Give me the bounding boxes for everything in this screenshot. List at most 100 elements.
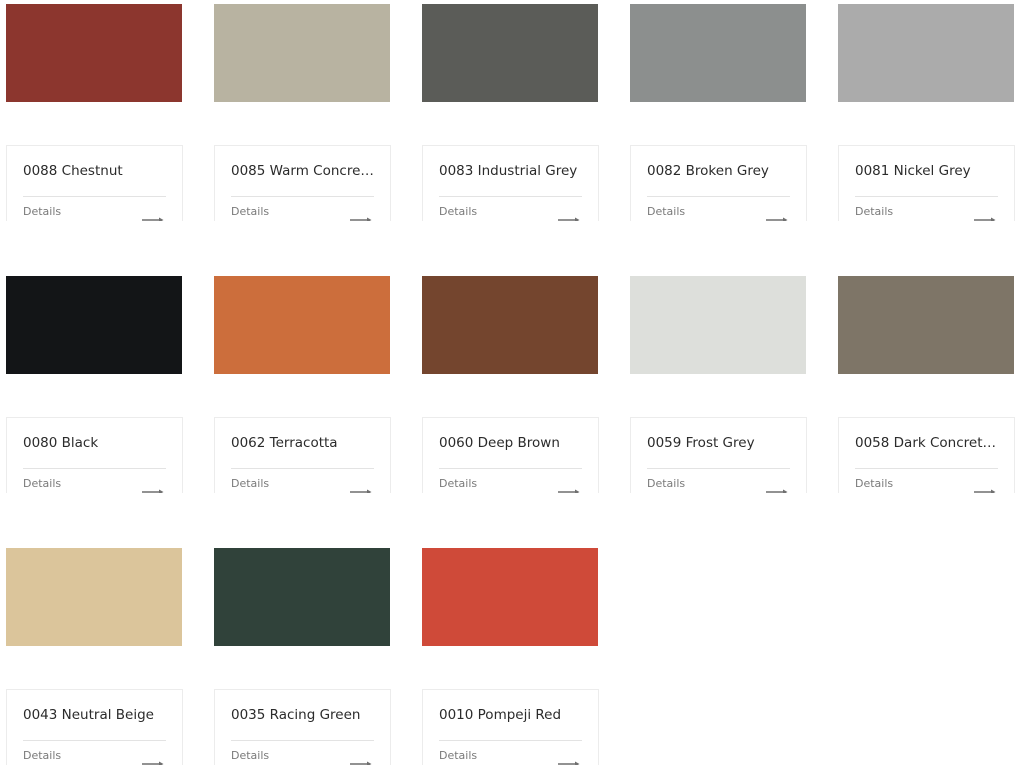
details-link[interactable]: Details [23,749,166,765]
details-link[interactable]: Details [231,749,374,765]
long-right-arrow-icon [558,209,580,221]
color-card: 0058 Dark Concrete Grey Details [838,276,1015,493]
details-label: Details [439,749,478,762]
color-info-panel: 0082 Broken Grey Details [630,145,807,221]
divider [647,468,790,469]
details-link[interactable]: Details [439,205,582,221]
divider [23,468,166,469]
long-right-arrow-icon [974,481,996,493]
color-name-link[interactable]: 0080 Black [23,435,167,451]
color-card: 0085 Warm Concrete Grey Details [214,4,391,221]
details-label: Details [23,205,62,218]
color-info-panel: 0081 Nickel Grey Details [838,145,1015,221]
color-card: 0043 Neutral Beige Details [6,548,183,765]
divider [855,468,998,469]
details-link[interactable]: Details [855,477,998,493]
details-link[interactable]: Details [647,205,790,221]
color-card: 0060 Deep Brown Details [422,276,599,493]
divider [647,196,790,197]
color-info-panel: 0059 Frost Grey Details [630,417,807,493]
color-swatch[interactable] [214,548,390,646]
details-link[interactable]: Details [439,477,582,493]
color-card: 0059 Frost Grey Details [630,276,807,493]
color-name-link[interactable]: 0062 Terracotta [231,435,375,451]
long-right-arrow-icon [766,481,788,493]
color-swatch[interactable] [214,4,390,102]
long-right-arrow-icon [558,753,580,765]
details-link[interactable]: Details [231,477,374,493]
color-name-link[interactable]: 0083 Industrial Grey [439,163,583,179]
color-swatch[interactable] [422,276,598,374]
color-swatch[interactable] [422,548,598,646]
details-label: Details [855,477,894,490]
details-label: Details [439,205,478,218]
color-info-panel: 0010 Pompeji Red Details [422,689,599,765]
color-card: 0080 Black Details [6,276,183,493]
details-label: Details [439,477,478,490]
color-card: 0062 Terracotta Details [214,276,391,493]
color-name-link[interactable]: 0085 Warm Concrete Grey [231,163,375,179]
long-right-arrow-icon [142,753,164,765]
long-right-arrow-icon [142,209,164,221]
color-info-panel: 0062 Terracotta Details [214,417,391,493]
color-name-link[interactable]: 0035 Racing Green [231,707,375,723]
divider [439,196,582,197]
color-swatch[interactable] [6,4,182,102]
color-info-panel: 0043 Neutral Beige Details [6,689,183,765]
color-swatch[interactable] [838,4,1014,102]
details-label: Details [23,749,62,762]
color-name-link[interactable]: 0082 Broken Grey [647,163,791,179]
divider [231,196,374,197]
color-swatch[interactable] [6,548,182,646]
color-name-link[interactable]: 0059 Frost Grey [647,435,791,451]
long-right-arrow-icon [766,209,788,221]
details-link[interactable]: Details [855,205,998,221]
color-name-link[interactable]: 0081 Nickel Grey [855,163,999,179]
details-label: Details [231,205,270,218]
long-right-arrow-icon [558,481,580,493]
details-label: Details [231,477,270,490]
details-link[interactable]: Details [231,205,374,221]
color-card: 0081 Nickel Grey Details [838,4,1015,221]
color-info-panel: 0035 Racing Green Details [214,689,391,765]
color-name-link[interactable]: 0010 Pompeji Red [439,707,583,723]
color-swatch[interactable] [630,276,806,374]
long-right-arrow-icon [974,209,996,221]
divider [231,740,374,741]
divider [23,740,166,741]
color-swatch[interactable] [422,4,598,102]
divider [231,468,374,469]
long-right-arrow-icon [350,481,372,493]
color-card: 0088 Chestnut Details [6,4,183,221]
divider [855,196,998,197]
details-label: Details [231,749,270,762]
long-right-arrow-icon [350,209,372,221]
color-name-link[interactable]: 0058 Dark Concrete Grey [855,435,999,451]
color-info-panel: 0088 Chestnut Details [6,145,183,221]
color-name-link[interactable]: 0043 Neutral Beige [23,707,167,723]
color-name-link[interactable]: 0088 Chestnut [23,163,167,179]
color-swatch[interactable] [630,4,806,102]
color-swatch-grid: 0088 ChestnutDetails0085 Warm Concrete G… [0,0,1019,770]
color-info-panel: 0083 Industrial Grey Details [422,145,599,221]
color-info-panel: 0085 Warm Concrete Grey Details [214,145,391,221]
long-right-arrow-icon [350,753,372,765]
color-card: 0035 Racing Green Details [214,548,391,765]
color-swatch[interactable] [214,276,390,374]
color-swatch[interactable] [838,276,1014,374]
details-link[interactable]: Details [647,477,790,493]
details-label: Details [23,477,62,490]
details-link[interactable]: Details [439,749,582,765]
divider [23,196,166,197]
divider [439,740,582,741]
color-info-panel: 0060 Deep Brown Details [422,417,599,493]
color-name-link[interactable]: 0060 Deep Brown [439,435,583,451]
divider [439,468,582,469]
long-right-arrow-icon [142,481,164,493]
details-label: Details [855,205,894,218]
color-card: 0082 Broken Grey Details [630,4,807,221]
color-card: 0010 Pompeji Red Details [422,548,599,765]
details-link[interactable]: Details [23,205,166,221]
color-swatch[interactable] [6,276,182,374]
details-link[interactable]: Details [23,477,166,493]
